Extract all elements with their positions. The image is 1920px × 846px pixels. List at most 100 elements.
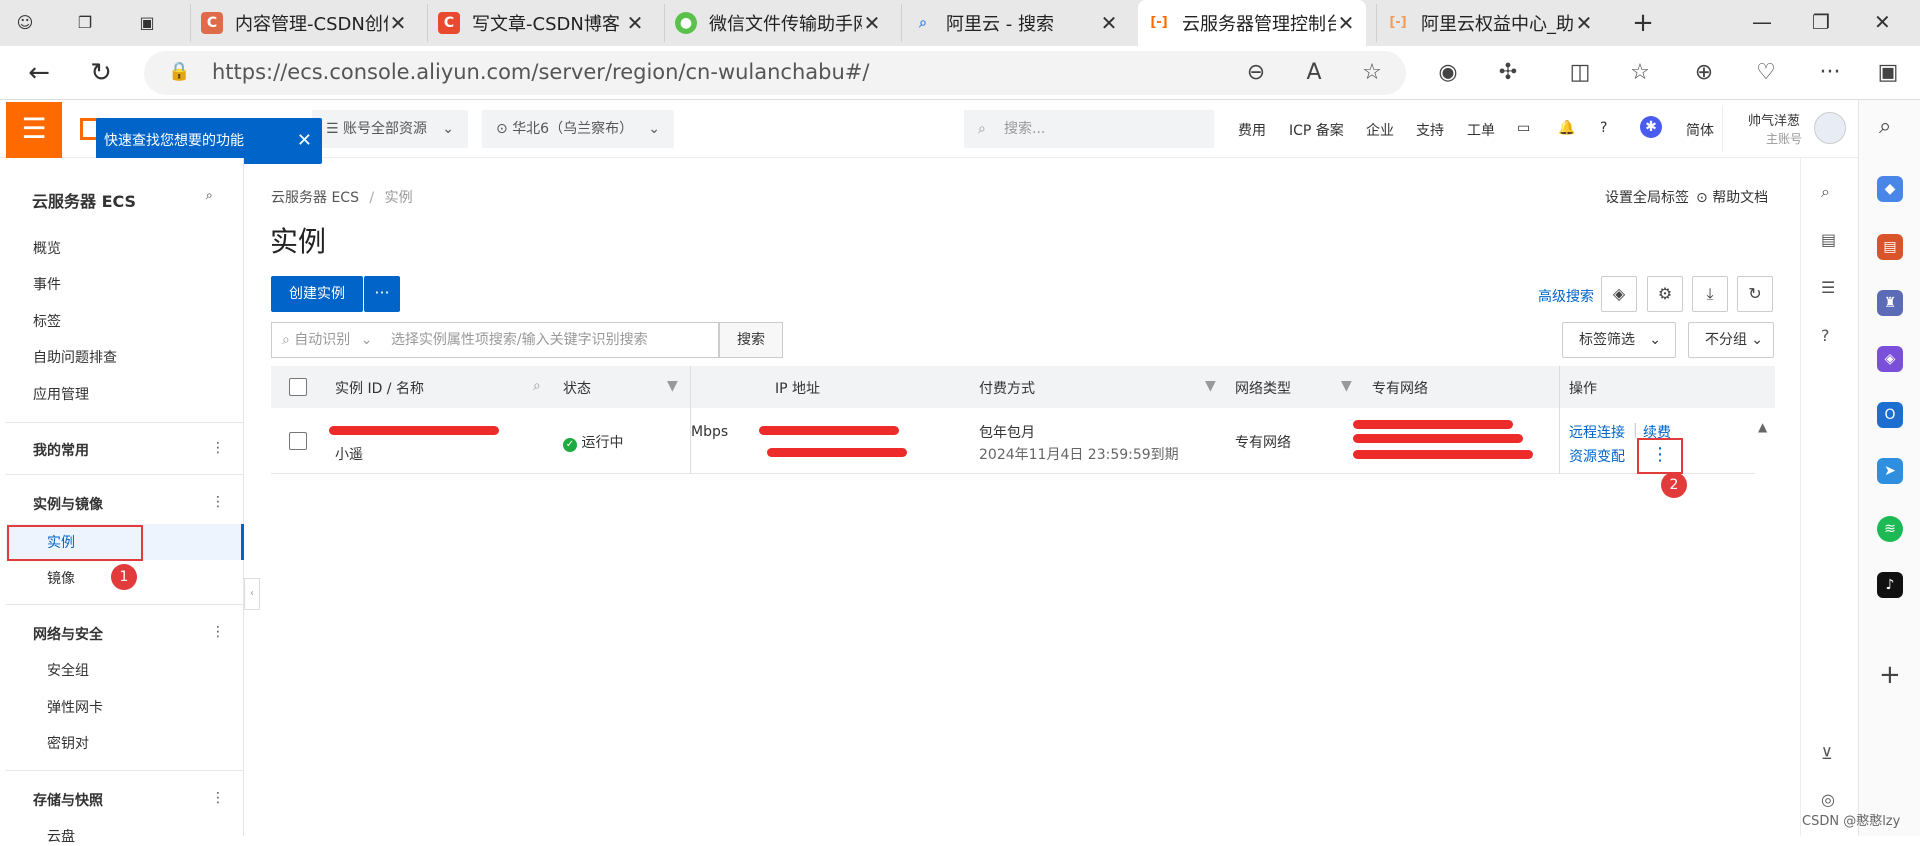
ai-assistant-icon[interactable]: ✱: [1640, 116, 1662, 138]
download-icon[interactable]: ⤓: [1692, 276, 1728, 312]
more-vertical-icon[interactable]: ⋮: [211, 440, 225, 456]
search-button[interactable]: 搜索: [719, 322, 783, 358]
tag-icon[interactable]: ◆: [1877, 176, 1903, 202]
breadcrumb-ecs[interactable]: 云服务器 ECS: [271, 190, 359, 206]
refresh-icon[interactable]: ↻: [86, 58, 116, 88]
group-select[interactable]: 不分组 ⌄: [1688, 322, 1774, 358]
spotify-icon[interactable]: ≋: [1877, 516, 1903, 542]
new-tab-icon[interactable]: +: [1630, 10, 1656, 36]
refresh-icon[interactable]: ↻: [1737, 276, 1773, 312]
language-switch[interactable]: 简体: [1686, 120, 1714, 140]
browser-tab-5[interactable]: [-] 云服务器管理控制台 ✕: [1138, 0, 1366, 46]
sidebar-item-events[interactable]: 事件: [33, 274, 61, 294]
sidebar-group-network-security[interactable]: 网络与安全: [33, 624, 103, 644]
profile-avatar-icon[interactable]: ☺: [12, 10, 38, 36]
sidebar-item-key-pairs[interactable]: 密钥对: [47, 733, 89, 753]
browser-tab-1[interactable]: C 内容管理-CSDN创作中心 ✕: [190, 4, 418, 42]
sidebar-item-disks[interactable]: 云盘: [47, 826, 75, 846]
region-select[interactable]: ⊙ 华北6（乌兰察布） ⌄: [482, 110, 674, 148]
sidebar-item-security-groups[interactable]: 安全组: [47, 660, 89, 680]
checklist-icon[interactable]: ☰: [1821, 278, 1835, 297]
bell-icon[interactable]: 🔔: [1558, 120, 1575, 136]
back-icon[interactable]: ←: [24, 58, 54, 88]
extension-icon[interactable]: ◉: [1434, 60, 1462, 85]
instance-search-input[interactable]: ⌕ 自动识别 ⌄ 选择实例属性项搜索/输入关键字识别搜索: [271, 322, 719, 358]
url-text[interactable]: https://ecs.console.aliyun.com/server/re…: [212, 60, 869, 84]
more-menu-icon[interactable]: ···: [1816, 60, 1844, 85]
header-search-input[interactable]: ⌕ 搜索...: [964, 110, 1214, 148]
help-doc-link[interactable]: ⊙ 帮助文档: [1696, 187, 1768, 207]
set-global-tags-link[interactable]: 设置全局标签: [1605, 187, 1689, 207]
chat-icon[interactable]: ◎: [1821, 790, 1835, 809]
tab-actions-icon[interactable]: ▣: [134, 10, 160, 36]
sidebar-item-app-management[interactable]: 应用管理: [33, 384, 89, 404]
search-icon[interactable]: ⌕: [1879, 114, 1891, 139]
user-name[interactable]: 帅气洋葱: [1748, 110, 1800, 129]
more-vertical-icon[interactable]: ⋮: [211, 494, 225, 510]
browser-tab-4[interactable]: ⌕ 阿里云 - 搜索 ✕: [901, 4, 1129, 42]
sidebar-item-images[interactable]: 镜像: [47, 568, 75, 588]
account-select[interactable]: ☰ 账号全部资源 ⌄: [312, 110, 468, 148]
search-mode-select[interactable]: 自动识别: [294, 332, 350, 348]
create-instance-button[interactable]: 创建实例: [271, 276, 363, 312]
remote-connect-link[interactable]: 远程连接: [1569, 422, 1625, 442]
layers-icon[interactable]: ◈: [1601, 276, 1637, 312]
zoom-out-icon[interactable]: ⊖: [1242, 60, 1270, 85]
restore-icon[interactable]: ❐: [1812, 10, 1830, 34]
close-window-icon[interactable]: ✕: [1874, 10, 1891, 34]
tiktok-icon[interactable]: ♪: [1877, 572, 1903, 598]
sidebar-item-overview[interactable]: 概览: [33, 238, 61, 258]
header-link-ticket[interactable]: 工单: [1467, 120, 1495, 140]
filter-icon[interactable]: ▼: [667, 378, 678, 394]
browser-tab-6[interactable]: [-] 阿里云权益中心_助力 ✕: [1376, 4, 1604, 42]
header-link-enterprise[interactable]: 企业: [1366, 120, 1394, 140]
favorite-star-icon[interactable]: ☆: [1358, 60, 1386, 85]
sidebar-group-instances-images[interactable]: 实例与镜像: [33, 494, 103, 514]
advanced-search-link[interactable]: 高级搜索: [1538, 286, 1594, 306]
search-icon[interactable]: ⌕: [1821, 182, 1830, 202]
scroll-up-icon[interactable]: ▲: [1758, 420, 1767, 434]
send-icon[interactable]: ➤: [1877, 458, 1903, 484]
workspaces-icon[interactable]: ❐: [72, 10, 98, 36]
add-icon[interactable]: +: [1879, 660, 1901, 690]
resize-link[interactable]: 资源变配: [1569, 446, 1625, 466]
filter-icon[interactable]: ▼: [1205, 378, 1216, 394]
chess-icon[interactable]: ♜: [1877, 290, 1903, 316]
search-icon[interactable]: ⌕: [533, 378, 541, 394]
avatar[interactable]: [1814, 112, 1846, 144]
row-checkbox[interactable]: [289, 432, 307, 450]
collapse-sidebar-handle[interactable]: ‹: [244, 578, 260, 610]
header-link-support[interactable]: 支持: [1416, 120, 1444, 140]
search-icon[interactable]: ⌕: [206, 188, 213, 203]
copilot-icon[interactable]: ◈: [1877, 346, 1903, 372]
help-icon[interactable]: ?: [1821, 326, 1830, 345]
cart-icon[interactable]: ⊻: [1821, 744, 1833, 763]
filter-icon[interactable]: ▼: [1341, 378, 1352, 394]
close-tab-icon[interactable]: ✕: [1574, 11, 1594, 35]
gear-icon[interactable]: ⚙: [1647, 276, 1683, 312]
hamburger-icon[interactable]: ☰: [6, 102, 62, 158]
read-aloud-icon[interactable]: A: [1300, 60, 1328, 85]
minimize-icon[interactable]: —: [1752, 10, 1772, 34]
close-tab-icon[interactable]: ✕: [1099, 11, 1119, 35]
browser-tab-2[interactable]: C 写文章-CSDN博客 ✕: [427, 4, 655, 42]
sidebar-toggle-icon[interactable]: ▣: [1874, 60, 1902, 85]
help-icon[interactable]: ?: [1600, 120, 1607, 136]
sidebar-item-troubleshoot[interactable]: 自助问题排查: [33, 347, 117, 367]
sidebar-group-storage[interactable]: 存储与快照: [33, 790, 103, 810]
close-tab-icon[interactable]: ✕: [862, 11, 882, 35]
collections-icon[interactable]: ⊕: [1690, 60, 1718, 85]
puzzle-icon[interactable]: ✣: [1494, 60, 1522, 85]
more-vertical-icon[interactable]: ⋮: [211, 624, 225, 640]
sidebar-item-tags[interactable]: 标签: [33, 311, 61, 331]
split-screen-icon[interactable]: ◫: [1566, 60, 1594, 85]
more-vertical-icon[interactable]: ⋮: [211, 790, 225, 806]
header-link-fees[interactable]: 费用: [1238, 120, 1266, 140]
book-icon[interactable]: ▤: [1821, 230, 1836, 249]
close-tab-icon[interactable]: ✕: [1336, 11, 1356, 35]
tag-filter-select[interactable]: 标签筛选 ⌄: [1562, 322, 1676, 358]
browser-tab-3[interactable]: ● 微信文件传输助手网页版 ✕: [664, 4, 892, 42]
close-tab-icon[interactable]: ✕: [625, 11, 645, 35]
favorites-icon[interactable]: ☆: [1626, 60, 1654, 85]
header-link-icp[interactable]: ICP 备案: [1289, 120, 1344, 140]
